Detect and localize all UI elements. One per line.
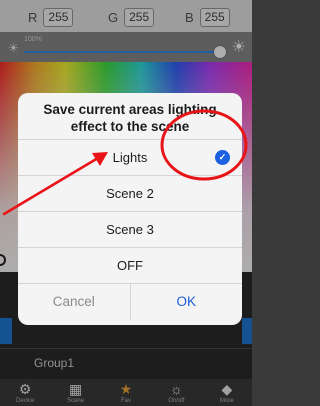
cancel-button[interactable]: Cancel	[18, 284, 131, 320]
option-label: Lights	[112, 150, 148, 165]
option-scene-2[interactable]: Scene 2	[18, 175, 242, 211]
option-label: Scene 3	[106, 222, 154, 237]
option-lights[interactable]: Lights ✓	[18, 139, 242, 175]
option-off[interactable]: OFF	[18, 247, 242, 283]
dialog-title: Save current areas lighting effect to th…	[43, 102, 217, 134]
option-label: OFF	[117, 258, 143, 273]
option-label: Scene 2	[106, 186, 154, 201]
checkmark-icon: ✓	[215, 150, 230, 165]
ok-button[interactable]: OK	[131, 284, 243, 320]
option-scene-3[interactable]: Scene 3	[18, 211, 242, 247]
save-scene-dialog: Save current areas lighting effect to th…	[18, 93, 242, 325]
dialog-actions: Cancel OK	[18, 283, 242, 320]
